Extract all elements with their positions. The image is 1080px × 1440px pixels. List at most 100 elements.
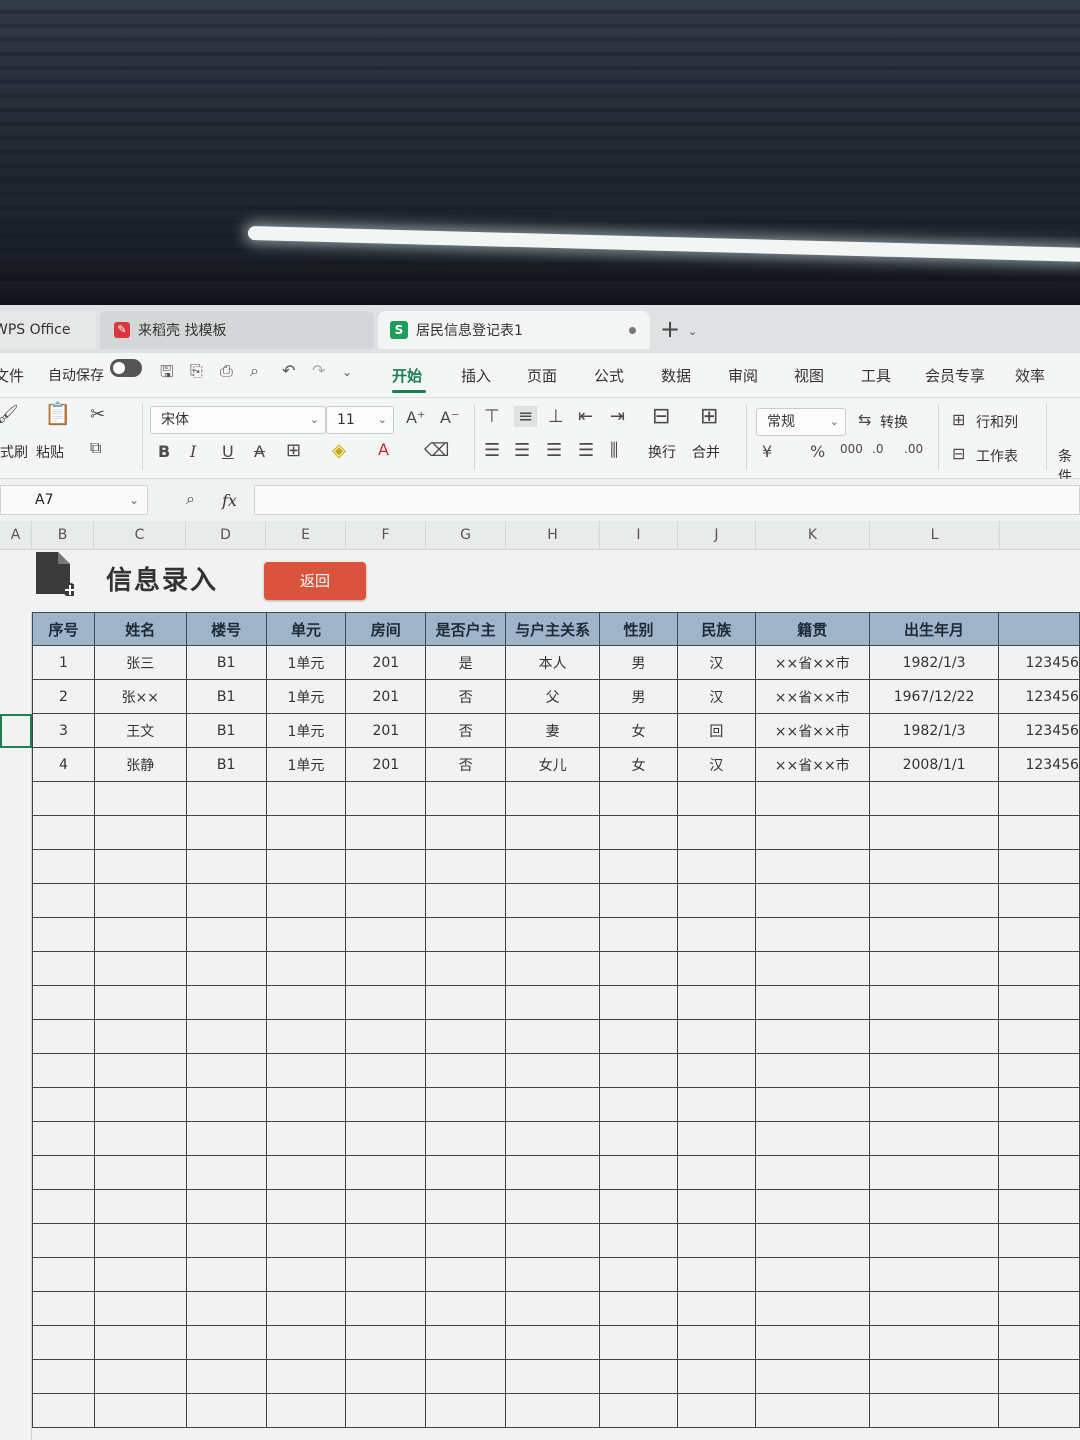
empty-cell[interactable] xyxy=(185,1223,267,1258)
empty-cell[interactable] xyxy=(505,1257,601,1292)
column-header-cell[interactable] xyxy=(998,612,1080,646)
empty-cell[interactable] xyxy=(998,1393,1080,1428)
distributed-icon[interactable]: ⫼ xyxy=(610,440,618,461)
empty-cell[interactable] xyxy=(676,883,756,918)
empty-cell[interactable] xyxy=(93,1053,187,1088)
chevron-down-icon[interactable]: ⌄ xyxy=(688,325,697,338)
empty-cell[interactable] xyxy=(868,1053,1000,1088)
empty-cell[interactable] xyxy=(345,815,427,850)
column-header-cell[interactable]: 单元 xyxy=(265,612,347,646)
empty-cell[interactable] xyxy=(754,917,870,952)
empty-cell[interactable] xyxy=(345,951,427,986)
empty-cell[interactable] xyxy=(425,1121,507,1156)
merge-cells-icon[interactable]: ⊞ xyxy=(700,404,718,429)
empty-cell[interactable] xyxy=(599,985,678,1020)
empty-cell[interactable] xyxy=(265,951,347,986)
empty-cell[interactable] xyxy=(505,1359,601,1394)
empty-cell[interactable] xyxy=(32,1155,95,1190)
empty-cell[interactable] xyxy=(345,1223,427,1258)
justify-icon[interactable]: ☰ xyxy=(578,440,594,461)
redo-icon[interactable]: ↷ xyxy=(312,361,325,380)
clear-format-icon[interactable]: ⌫ xyxy=(424,440,449,461)
cut-icon[interactable]: ✂ xyxy=(90,404,105,425)
empty-cell[interactable] xyxy=(998,1325,1080,1360)
empty-cell[interactable] xyxy=(998,1087,1080,1122)
empty-cell[interactable] xyxy=(425,883,507,918)
empty-cell[interactable] xyxy=(754,951,870,986)
column-header-d[interactable]: D xyxy=(186,521,266,549)
empty-cell[interactable] xyxy=(754,985,870,1020)
empty-cell[interactable] xyxy=(599,951,678,986)
table-cell[interactable]: 汉 xyxy=(676,747,756,782)
empty-cell[interactable] xyxy=(345,1257,427,1292)
fill-color-icon[interactable]: ◈ xyxy=(332,440,346,461)
empty-cell[interactable] xyxy=(93,1359,187,1394)
empty-cell[interactable] xyxy=(998,849,1080,884)
empty-cell[interactable] xyxy=(185,815,267,850)
empty-cell[interactable] xyxy=(345,1359,427,1394)
empty-cell[interactable] xyxy=(998,1189,1080,1224)
table-cell[interactable]: 1单元 xyxy=(265,645,347,680)
column-header-i[interactable]: I xyxy=(600,521,678,549)
empty-cell[interactable] xyxy=(754,1393,870,1428)
empty-cell[interactable] xyxy=(676,849,756,884)
empty-cell[interactable] xyxy=(425,1393,507,1428)
empty-cell[interactable] xyxy=(505,883,601,918)
empty-cell[interactable] xyxy=(185,1257,267,1292)
menu-page[interactable]: 页面 xyxy=(527,365,557,386)
table-cell[interactable]: 汉 xyxy=(676,645,756,680)
empty-cell[interactable] xyxy=(868,883,1000,918)
column-header-g[interactable]: G xyxy=(426,521,506,549)
empty-cell[interactable] xyxy=(265,781,347,816)
empty-cell[interactable] xyxy=(754,1189,870,1224)
empty-cell[interactable] xyxy=(185,1053,267,1088)
empty-cell[interactable] xyxy=(676,985,756,1020)
empty-cell[interactable] xyxy=(676,815,756,850)
empty-cell[interactable] xyxy=(265,1087,347,1122)
empty-cell[interactable] xyxy=(754,1325,870,1360)
empty-cell[interactable] xyxy=(754,1053,870,1088)
empty-cell[interactable] xyxy=(425,1359,507,1394)
empty-cell[interactable] xyxy=(265,1053,347,1088)
empty-cell[interactable] xyxy=(345,1291,427,1326)
empty-cell[interactable] xyxy=(754,1257,870,1292)
table-cell[interactable]: 4 xyxy=(32,747,95,782)
increase-font-icon[interactable]: A⁺ xyxy=(406,408,425,427)
empty-cell[interactable] xyxy=(425,985,507,1020)
empty-cell[interactable] xyxy=(868,917,1000,952)
empty-cell[interactable] xyxy=(676,1393,756,1428)
empty-cell[interactable] xyxy=(676,1257,756,1292)
empty-cell[interactable] xyxy=(998,815,1080,850)
column-header-cell[interactable]: 序号 xyxy=(32,612,95,646)
empty-cell[interactable] xyxy=(345,1393,427,1428)
rows-columns-icon[interactable]: ⊞ xyxy=(952,410,965,429)
tab-template[interactable]: ✎ 来稻壳 找模板 xyxy=(100,311,374,349)
empty-cell[interactable] xyxy=(676,1359,756,1394)
empty-cell[interactable] xyxy=(425,849,507,884)
table-cell[interactable]: ××省××市 xyxy=(754,645,870,680)
empty-cell[interactable] xyxy=(425,1019,507,1054)
empty-cell[interactable] xyxy=(185,1019,267,1054)
empty-cell[interactable] xyxy=(868,781,1000,816)
empty-cell[interactable] xyxy=(754,1291,870,1326)
empty-cell[interactable] xyxy=(998,1257,1080,1292)
empty-cell[interactable] xyxy=(676,1291,756,1326)
empty-cell[interactable] xyxy=(185,1325,267,1360)
table-cell[interactable]: 2008/1/1 xyxy=(868,747,1000,782)
empty-cell[interactable] xyxy=(185,1393,267,1428)
currency-icon[interactable]: ¥ xyxy=(762,442,772,461)
empty-cell[interactable] xyxy=(868,1155,1000,1190)
empty-cell[interactable] xyxy=(998,1121,1080,1156)
empty-cell[interactable] xyxy=(505,1189,601,1224)
font-color-icon[interactable]: A xyxy=(378,440,389,459)
table-cell[interactable]: 201 xyxy=(345,713,427,748)
empty-cell[interactable] xyxy=(599,1053,678,1088)
table-cell[interactable]: 否 xyxy=(425,713,507,748)
quick-access-more-icon[interactable]: ⌄ xyxy=(342,365,352,379)
table-cell[interactable]: ××省××市 xyxy=(754,747,870,782)
empty-cell[interactable] xyxy=(425,1291,507,1326)
back-button[interactable]: 返回 xyxy=(264,562,366,600)
empty-cell[interactable] xyxy=(599,917,678,952)
empty-cell[interactable] xyxy=(599,781,678,816)
empty-cell[interactable] xyxy=(32,1121,95,1156)
